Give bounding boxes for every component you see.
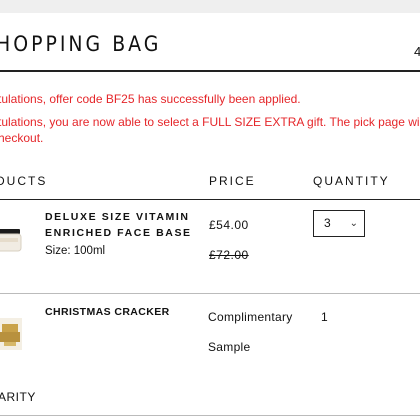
quantity-column-header: QUANTITY — [313, 174, 390, 188]
complimentary-label: Complimentary — [208, 310, 293, 324]
page-top-strip — [0, 0, 420, 13]
title-divider — [0, 70, 420, 72]
offer-applied-message: tulations, offer code BF25 has successfu… — [0, 92, 301, 106]
quantity-select[interactable]: 3 ⌄ — [313, 210, 365, 237]
footer-divider — [0, 415, 420, 416]
header-divider — [0, 199, 420, 200]
quantity-value: 3 — [324, 216, 331, 230]
product-name-link[interactable]: CHRISTMAS CRACKER — [45, 304, 170, 320]
product-image-face-base[interactable] — [0, 226, 22, 254]
price-column-header: PRICE — [209, 174, 256, 188]
products-column-header: DUCTS — [0, 174, 48, 188]
chevron-down-icon: ⌄ — [349, 218, 358, 229]
gift-message-line-1: tulations, you are now able to select a … — [0, 115, 420, 129]
quantity-value: 1 — [321, 310, 328, 324]
product-name-link[interactable]: DELUXE SIZE VITAMIN ENRICHED FACE BASE — [45, 209, 195, 241]
sample-label: Sample — [208, 340, 251, 354]
item-count: 4 — [414, 44, 420, 59]
product-was-price: £72.00 — [209, 248, 249, 262]
item-divider — [0, 293, 420, 294]
product-image-christmas-cracker[interactable] — [0, 314, 26, 354]
product-price: £54.00 — [209, 218, 249, 232]
gift-message-line-2: heckout. — [0, 131, 44, 145]
page-title: HOPPING BAG — [0, 32, 162, 56]
charity-label: ARITY — [0, 390, 36, 404]
product-size: Size: 100ml — [45, 245, 106, 257]
